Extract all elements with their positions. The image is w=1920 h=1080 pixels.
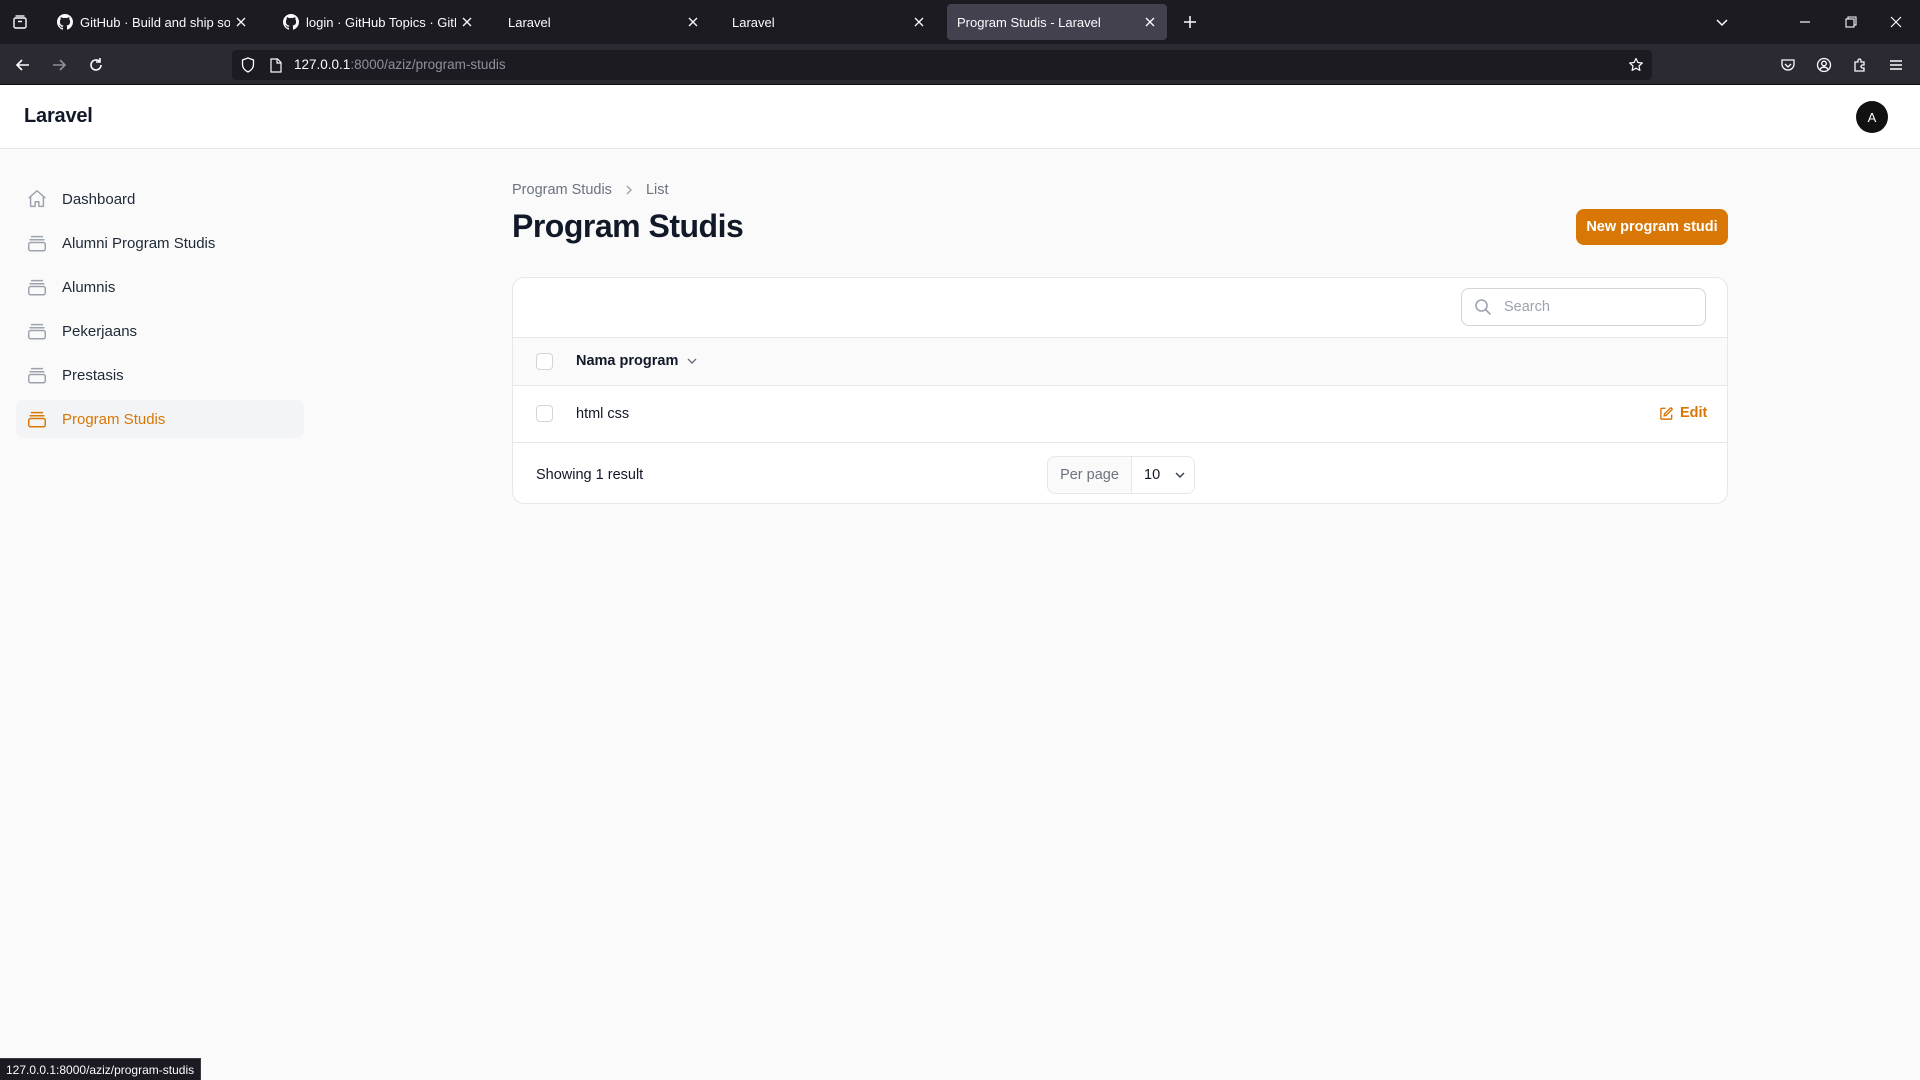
avatar[interactable]: A	[1856, 101, 1888, 133]
per-page-value[interactable]: 10	[1132, 457, 1194, 493]
account-icon[interactable]	[1811, 52, 1837, 78]
sidebar-item-label: Alumnis	[62, 278, 116, 296]
list-all-tabs-icon[interactable]	[1710, 10, 1734, 34]
breadcrumb-current: List	[645, 182, 669, 198]
collection-icon	[26, 408, 48, 430]
tab-title: Laravel	[508, 14, 551, 30]
table-row[interactable]: html css Edit	[513, 386, 1727, 443]
collection-icon	[26, 232, 48, 254]
chevron-down-icon	[686, 355, 698, 367]
table-header: Nama program	[513, 337, 1727, 386]
cell-nama-program: html css	[576, 406, 630, 422]
new-program-studi-button[interactable]: New program studi	[1576, 209, 1728, 245]
table-card: Nama program html css Edit Showing 1 res…	[512, 277, 1728, 504]
back-icon[interactable]	[10, 52, 36, 78]
search-input[interactable]	[1504, 299, 1694, 315]
url-host: 127.0.0.1	[294, 57, 351, 72]
reload-icon[interactable]	[83, 52, 109, 78]
sidebar: Dashboard Alumni Program Studis Alumnis …	[16, 180, 304, 444]
per-page-value-text: 10	[1144, 467, 1161, 483]
sidebar-item-pekerjaans[interactable]: Pekerjaans	[16, 312, 304, 350]
forward-icon[interactable]	[46, 52, 72, 78]
new-tab-icon[interactable]	[1178, 10, 1202, 34]
page-icon[interactable]	[268, 57, 284, 73]
restore-icon[interactable]	[1839, 10, 1863, 34]
github-icon	[56, 13, 74, 31]
sidebar-item-label: Pekerjaans	[62, 322, 138, 340]
sidebar-item-dashboard[interactable]: Dashboard	[16, 180, 304, 218]
results-count: Showing 1 result	[536, 467, 644, 483]
close-tab-icon[interactable]	[682, 11, 704, 33]
app-topbar: Laravel A	[0, 85, 1920, 149]
breadcrumb-link[interactable]: Program Studis	[512, 182, 612, 198]
row-checkbox[interactable]	[536, 405, 553, 422]
browser-tab[interactable]: login · GitHub Topics · GitHub	[272, 4, 484, 40]
github-icon	[282, 13, 300, 31]
chevron-right-icon	[624, 185, 634, 195]
brand-logo[interactable]: Laravel	[24, 105, 93, 128]
browser-tab[interactable]: Laravel	[498, 4, 710, 40]
pocket-icon[interactable]	[1775, 52, 1801, 78]
sidebar-item-label: Dashboard	[62, 190, 136, 208]
extensions-icon[interactable]	[1847, 52, 1873, 78]
chevron-down-icon	[1174, 469, 1186, 481]
url-bar[interactable]: 127.0.0.1:8000/aziz/program-studis	[232, 50, 1652, 80]
browser-tab-bar: GitHub · Build and ship softwar login · …	[0, 0, 1920, 44]
close-tab-icon[interactable]	[1139, 11, 1161, 33]
sidebar-item-alumni-program-studis[interactable]: Alumni Program Studis	[16, 224, 304, 262]
page-title: Program Studis	[512, 208, 744, 244]
sidebar-item-prestasis[interactable]: Prestasis	[16, 356, 304, 394]
home-icon	[26, 188, 48, 210]
column-header-label: Nama program	[576, 353, 679, 369]
minimize-icon[interactable]	[1793, 10, 1817, 34]
search-icon	[1474, 298, 1492, 316]
browser-tab[interactable]: GitHub · Build and ship softwar	[46, 4, 258, 40]
close-tab-icon[interactable]	[230, 11, 252, 33]
close-tab-icon[interactable]	[908, 11, 930, 33]
sidebar-item-label: Alumni Program Studis	[62, 234, 216, 252]
shield-icon[interactable]	[240, 57, 256, 73]
status-bar-url: 127.0.0.1:8000/aziz/program-studis	[0, 1058, 202, 1080]
tab-title: Laravel	[732, 14, 775, 30]
edit-label: Edit	[1680, 405, 1708, 421]
per-page-select[interactable]: Per page 10	[1047, 456, 1195, 494]
search-field[interactable]	[1461, 288, 1706, 326]
edit-icon	[1659, 406, 1674, 421]
url-path: :8000/aziz/program-studis	[350, 57, 506, 72]
collection-icon	[26, 320, 48, 342]
tab-title: login · GitHub Topics · GitHub	[306, 14, 456, 30]
collection-icon	[26, 276, 48, 298]
tab-title: GitHub · Build and ship softwar	[80, 14, 230, 30]
edit-button[interactable]: Edit	[1659, 405, 1707, 421]
sidebar-item-alumnis[interactable]: Alumnis	[16, 268, 304, 306]
menu-icon[interactable]	[1883, 52, 1909, 78]
close-tab-icon[interactable]	[456, 11, 478, 33]
tab-title: Program Studis - Laravel	[957, 14, 1101, 30]
select-all-checkbox[interactable]	[536, 353, 553, 370]
breadcrumb: Program Studis List	[512, 182, 669, 198]
tab-list-icon[interactable]	[8, 10, 32, 34]
per-page-label: Per page	[1048, 457, 1132, 493]
url-text[interactable]: 127.0.0.1:8000/aziz/program-studis	[294, 57, 506, 72]
column-header-nama-program[interactable]: Nama program	[576, 353, 698, 369]
close-window-icon[interactable]	[1884, 10, 1908, 34]
bookmark-star-icon[interactable]	[1628, 57, 1644, 73]
browser-tab[interactable]: Laravel	[724, 4, 936, 40]
sidebar-item-program-studis[interactable]: Program Studis	[16, 400, 304, 438]
sidebar-item-label: Prestasis	[62, 366, 124, 384]
browser-tab-active[interactable]: Program Studis - Laravel	[947, 4, 1167, 40]
collection-icon	[26, 364, 48, 386]
sidebar-item-label: Program Studis	[62, 410, 166, 428]
